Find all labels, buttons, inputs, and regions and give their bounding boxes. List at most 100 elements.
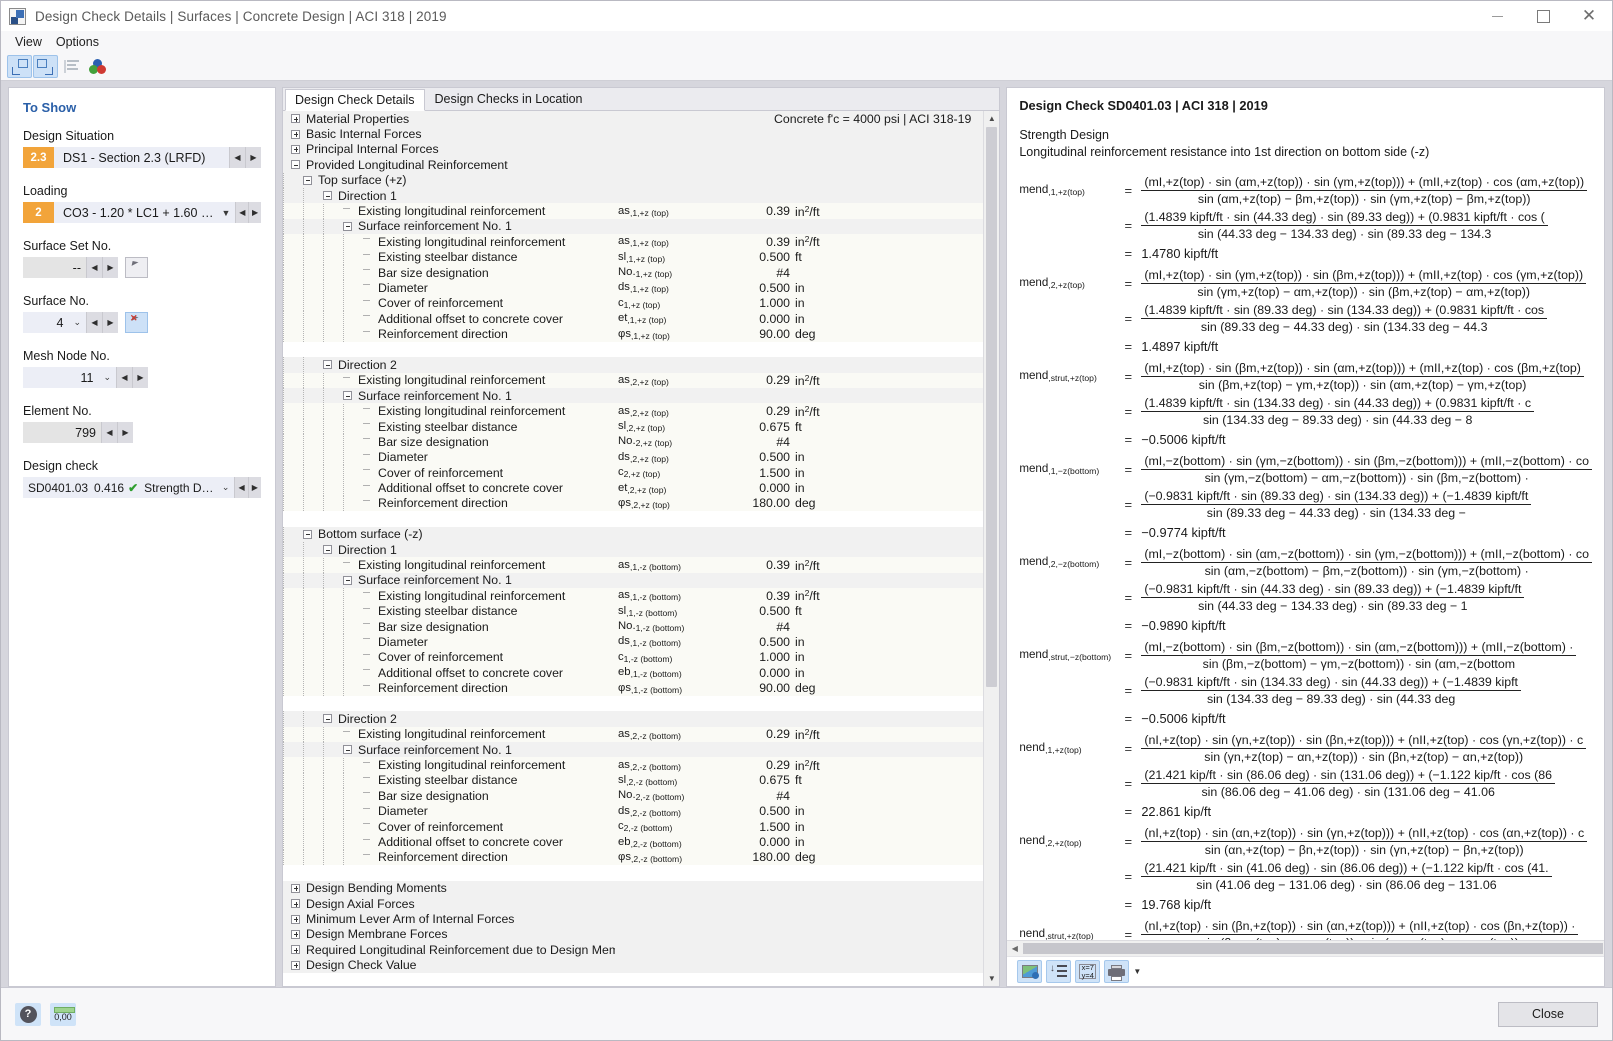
tree-group-row[interactable]: Surface reinforcement No. 1 <box>283 573 983 588</box>
surface-set-no-pick-button[interactable] <box>125 257 148 278</box>
tree-leaf-row[interactable]: Additional offset to concrete coveret,2,… <box>283 480 983 495</box>
previous-navigation-button[interactable] <box>7 55 32 78</box>
color-overlay-button[interactable] <box>85 55 110 78</box>
tree-leaf-row[interactable]: Existing longitudinal reinforcementas,1,… <box>283 234 983 249</box>
design-situation-prev-button[interactable]: ◀ <box>229 147 245 168</box>
tree-leaf-row[interactable]: Bar size designationNo.2,-z (bottom)#4 <box>283 788 983 803</box>
tree-leaf-row[interactable]: Additional offset to concrete covereb,2,… <box>283 834 983 849</box>
tree-leaf-row[interactable]: Existing steelbar distancesl,2,+z (top)0… <box>283 419 983 434</box>
mesh-node-no-input[interactable]: 11 ⌄ <box>23 367 116 388</box>
tree-leaf-row[interactable]: Diameterds,1,+z (top)0.500in <box>283 280 983 295</box>
tab-design-checks-in-location[interactable]: Design Checks in Location <box>425 88 593 110</box>
collapse-icon[interactable] <box>343 391 352 400</box>
loading-chevron-down-icon[interactable]: ▼ <box>216 208 235 218</box>
collapse-icon[interactable] <box>323 545 332 554</box>
tree-leaf-row[interactable]: Existing longitudinal reinforcementas,2,… <box>283 403 983 418</box>
tree-leaf-row[interactable]: Reinforcement directionφs,2,-z (bottom)1… <box>283 850 983 865</box>
element-no-next-button[interactable]: ▶ <box>117 422 133 443</box>
formula-scroll-thumb[interactable] <box>1023 943 1603 954</box>
formula-values-button[interactable]: x=7y=4 <box>1075 960 1100 983</box>
scroll-left-icon[interactable]: ◀ <box>1007 941 1022 956</box>
expand-icon[interactable] <box>291 884 300 893</box>
next-navigation-button[interactable] <box>33 55 58 78</box>
tree-leaf-row[interactable]: Additional offset to concrete covereb,1,… <box>283 665 983 680</box>
tree-leaf-row[interactable]: Existing longitudinal reinforcementas,2,… <box>283 373 983 388</box>
tree-group-row[interactable]: Surface reinforcement No. 1 <box>283 742 983 757</box>
design-situation-next-button[interactable]: ▶ <box>245 147 261 168</box>
element-no-prev-button[interactable]: ◀ <box>101 422 117 443</box>
collapse-icon[interactable] <box>343 576 352 585</box>
tree-leaf-row[interactable]: Additional offset to concrete coveret,1,… <box>283 311 983 326</box>
tree-leaf-row[interactable]: Bar size designationNo.1,-z (bottom)#4 <box>283 619 983 634</box>
scroll-down-icon[interactable]: ▼ <box>984 971 999 986</box>
element-no-input[interactable]: 799 <box>23 422 101 443</box>
tree-leaf-row[interactable]: Reinforcement directionφs,1,+z (top)90.0… <box>283 326 983 341</box>
design-check-prev-button[interactable]: ◀ <box>234 477 247 498</box>
surface-no-next-button[interactable]: ▶ <box>102 312 118 333</box>
tree-leaf-row[interactable]: Existing longitudinal reinforcementas,2,… <box>283 727 983 742</box>
tree-group-row[interactable]: Direction 2 <box>283 711 983 726</box>
tree-group-row[interactable]: Design Membrane Forces <box>283 927 983 942</box>
mesh-node-no-prev-button[interactable]: ◀ <box>116 367 132 388</box>
tree-leaf-row[interactable]: Diameterds,1,-z (bottom)0.500in <box>283 634 983 649</box>
tree-group-row[interactable]: Required Longitudinal Reinforcement due … <box>283 942 983 957</box>
surface-no-pick-button[interactable]: ✕ <box>125 312 148 333</box>
design-check-chevron-down-icon[interactable]: ⌄ <box>217 482 235 493</box>
tree-group-row[interactable]: Surface reinforcement No. 1 <box>283 388 983 403</box>
expand-icon[interactable] <box>291 899 300 908</box>
tree-group-row[interactable]: Design Axial Forces <box>283 896 983 911</box>
tree-group-row[interactable]: Top surface (+z) <box>283 173 983 188</box>
formula-horizontal-scrollbar[interactable]: ◀ <box>1007 940 1604 956</box>
design-check-next-button[interactable]: ▶ <box>248 477 261 498</box>
print-button[interactable] <box>1104 960 1129 983</box>
insert-graphic-button[interactable] <box>1017 960 1042 983</box>
menu-item-view[interactable]: View <box>8 33 49 51</box>
collapse-icon[interactable] <box>343 222 352 231</box>
tree-group-row[interactable]: Provided Longitudinal Reinforcement <box>283 157 983 172</box>
tree-group-row[interactable]: Basic Internal Forces <box>283 126 983 141</box>
surface-set-no-input[interactable]: -- <box>23 257 86 278</box>
print-dropdown-icon[interactable]: ▼ <box>1133 967 1141 976</box>
tree-leaf-row[interactable]: Diameterds,2,+z (top)0.500in <box>283 450 983 465</box>
menu-item-options[interactable]: Options <box>49 33 106 51</box>
tree-leaf-row[interactable]: Existing steelbar distancesl,1,+z (top)0… <box>283 250 983 265</box>
surface-no-input[interactable]: 4 ⌄ <box>23 312 86 333</box>
collapse-icon[interactable] <box>323 714 332 723</box>
loading-next-button[interactable]: ▶ <box>248 202 261 223</box>
tree-leaf-row[interactable]: Cover of reinforcementc2,+z (top)1.500in <box>283 465 983 480</box>
collapse-icon[interactable] <box>303 530 312 539</box>
close-button[interactable]: Close <box>1498 1002 1598 1027</box>
tree-leaf-row[interactable]: Cover of reinforcementc1,-z (bottom)1.00… <box>283 650 983 665</box>
tree-leaf-row[interactable]: Bar size designationNo.2,+z (top)#4 <box>283 434 983 449</box>
mesh-node-no-chevron-down-icon[interactable]: ⌄ <box>98 372 116 383</box>
surface-no-prev-button[interactable]: ◀ <box>86 312 102 333</box>
tree-group-row[interactable]: Direction 1 <box>283 542 983 557</box>
minimize-button[interactable] <box>1474 1 1520 31</box>
expand-icon[interactable] <box>291 961 300 970</box>
tree-leaf-row[interactable]: Cover of reinforcementc1,+z (top)1.000in <box>283 296 983 311</box>
tree-leaf-row[interactable]: Existing longitudinal reinforcementas,1,… <box>283 557 983 572</box>
tree-group-row[interactable]: Design Check Value <box>283 957 983 972</box>
tree-group-row[interactable]: Surface reinforcement No. 1 <box>283 219 983 234</box>
expand-icon[interactable] <box>291 114 300 123</box>
surface-no-chevron-down-icon[interactable]: ⌄ <box>68 317 86 328</box>
tree-group-row[interactable]: Design Bending Moments <box>283 881 983 896</box>
tab-design-check-details[interactable]: Design Check Details <box>285 89 425 111</box>
loading-combo[interactable]: 2 CO3 - 1.20 * LC1 + 1.60 * LC2 + 1.6...… <box>23 202 235 223</box>
surface-set-no-next-button[interactable]: ▶ <box>102 257 118 278</box>
tree-group-row[interactable]: Material PropertiesConcrete f'c = 4000 p… <box>283 111 983 126</box>
expand-icon[interactable] <box>291 930 300 939</box>
tree-leaf-row[interactable]: Reinforcement directionφs,1,-z (bottom)9… <box>283 680 983 695</box>
tree-group-row[interactable]: Principal Internal Forces <box>283 142 983 157</box>
tree-group-row[interactable]: Direction 2 <box>283 357 983 372</box>
expand-icon[interactable] <box>291 945 300 954</box>
expand-icon[interactable] <box>291 145 300 154</box>
numbered-list-button[interactable] <box>1046 960 1071 983</box>
tree-leaf-row[interactable]: Bar size designationNo.1,+z (top)#4 <box>283 265 983 280</box>
collapse-icon[interactable] <box>291 160 300 169</box>
tree-leaf-row[interactable]: Existing steelbar distancesl,2,-z (botto… <box>283 773 983 788</box>
design-situation-combo[interactable]: 2.3 DS1 - Section 2.3 (LRFD) <box>23 147 229 168</box>
expand-icon[interactable] <box>291 130 300 139</box>
scroll-up-icon[interactable]: ▲ <box>984 111 999 126</box>
details-tree[interactable]: Material PropertiesConcrete f'c = 4000 p… <box>283 111 983 986</box>
